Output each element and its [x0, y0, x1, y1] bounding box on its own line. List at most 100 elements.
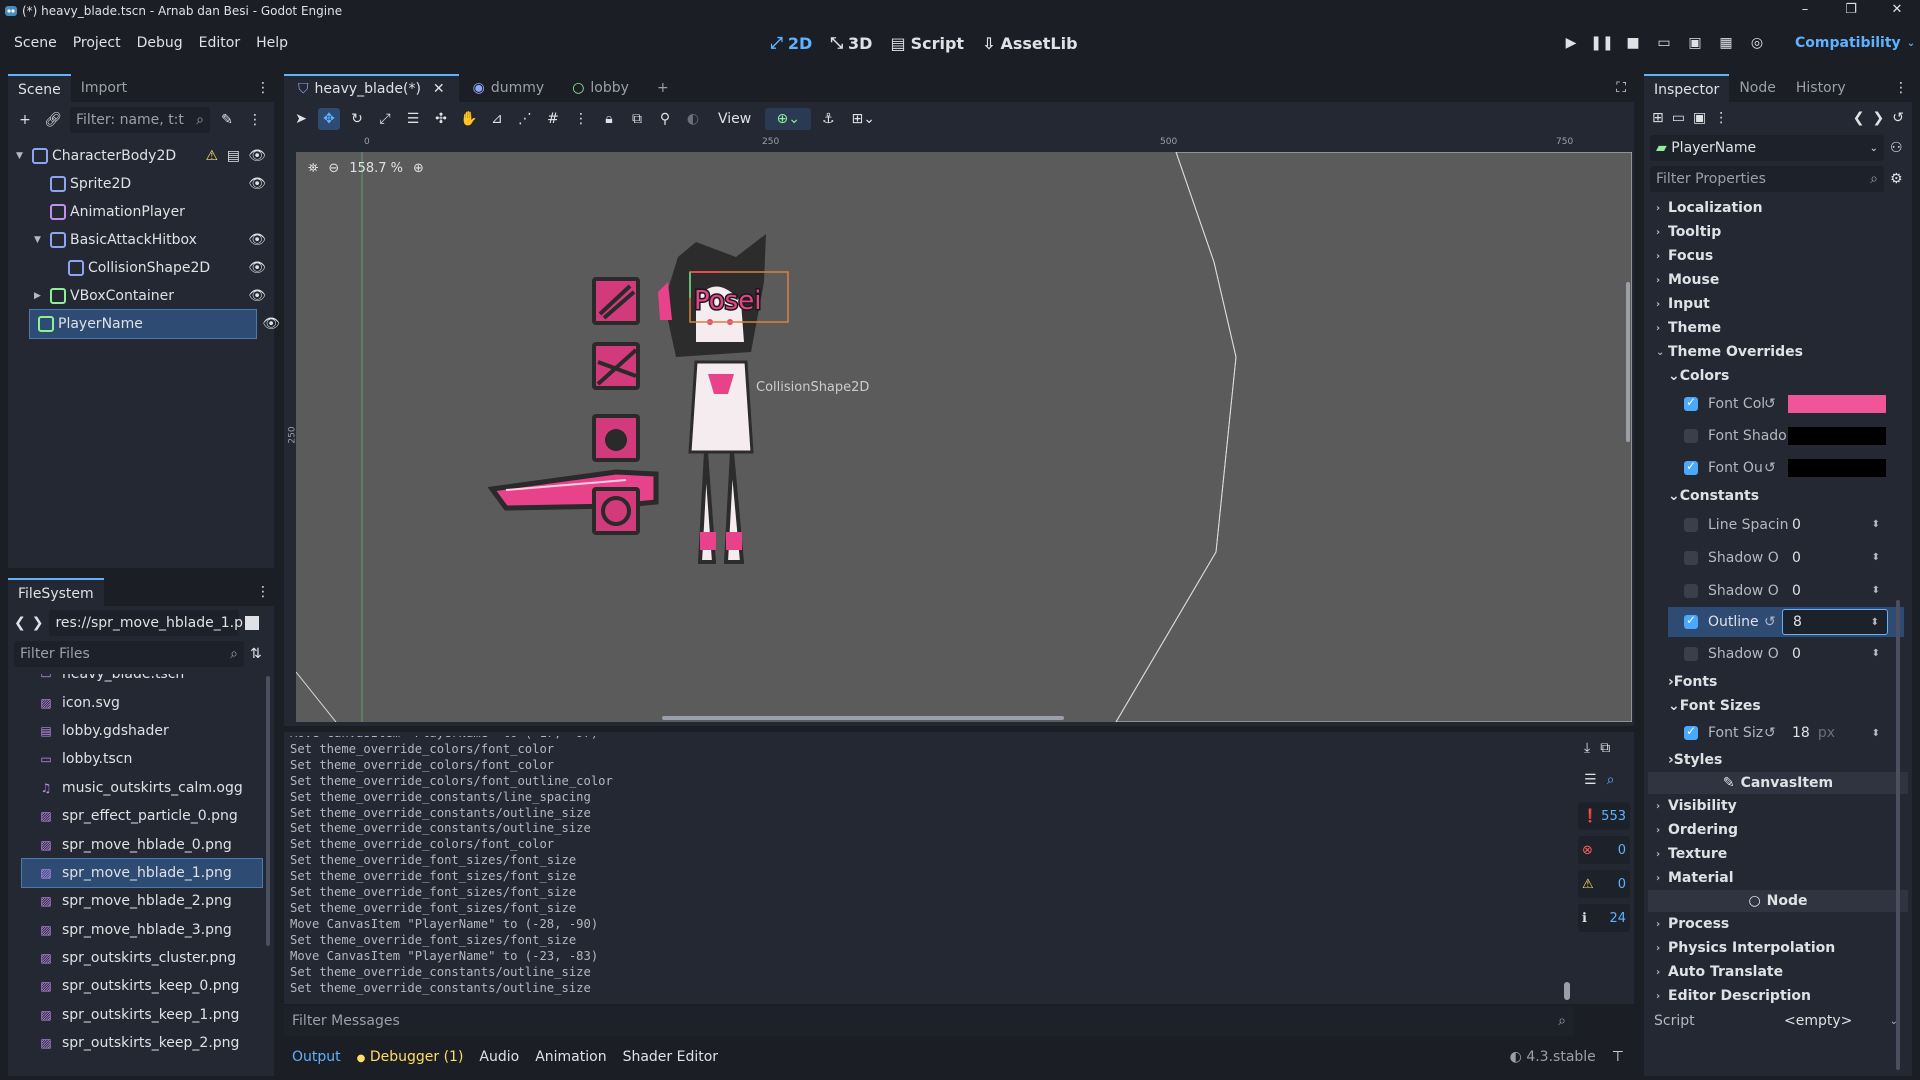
- pivot-icon[interactable]: ✣: [430, 108, 452, 130]
- visibility-eye-icon[interactable]: 👁︎: [248, 232, 266, 248]
- tab-debugger[interactable]: ● Debugger (1): [357, 1049, 464, 1065]
- add-scene-tab-button[interactable]: +: [643, 74, 683, 102]
- warning-icon[interactable]: ⚠: [205, 148, 218, 164]
- file-item[interactable]: ▨ icon.svg: [8, 688, 274, 716]
- number-field[interactable]: 0 ⬍: [1782, 641, 1888, 667]
- menu-scene[interactable]: Scene: [6, 35, 65, 51]
- scene-node-vboxcontainer[interactable]: ▶ VBoxContainer 👁︎: [8, 282, 274, 310]
- pan-icon[interactable]: ✋: [458, 108, 480, 130]
- distraction-free-icon[interactable]: ⛶: [1616, 74, 1626, 102]
- spinner-icon[interactable]: ⬍: [1872, 728, 1880, 739]
- property-options-icon[interactable]: ⚙: [1890, 171, 1903, 187]
- override-checkbox[interactable]: [1684, 395, 1698, 411]
- object-selector[interactable]: ▰ PlayerName ⌄: [1650, 135, 1884, 161]
- smart-snap-icon[interactable]: ⋰: [514, 108, 536, 130]
- tab-history[interactable]: History: [1786, 74, 1856, 102]
- visibility-eye-icon[interactable]: 👁︎: [248, 176, 266, 192]
- color-picker-button[interactable]: [1788, 459, 1886, 477]
- zoom-level[interactable]: 158.7 %: [349, 161, 403, 176]
- pin-panel-icon[interactable]: ⊤: [1612, 1049, 1624, 1065]
- section-ordering[interactable]: › Ordering: [1644, 818, 1912, 842]
- lock-icon[interactable]: 🔒︎: [598, 108, 620, 130]
- camera-icon[interactable]: ◐: [682, 108, 704, 130]
- split-view-icon[interactable]: [245, 616, 260, 630]
- resource-menu-icon[interactable]: ⋮: [1714, 110, 1728, 126]
- renderer-select[interactable]: Compatibility ⌄: [1795, 26, 1915, 60]
- spinner-icon[interactable]: ⬍: [1872, 552, 1880, 563]
- override-checkbox[interactable]: [1684, 517, 1698, 532]
- select-mode-icon[interactable]: ➤: [290, 108, 312, 130]
- info-toggle[interactable]: ℹ 24: [1578, 904, 1630, 932]
- object-history-icon[interactable]: ↺: [1892, 110, 1904, 126]
- main-screen-2d[interactable]: ⤢ 2D: [770, 33, 812, 53]
- history-back-icon[interactable]: ❮: [1853, 110, 1865, 126]
- sort-icon[interactable]: ⇅: [250, 646, 262, 662]
- script-attached-icon[interactable]: ▤: [227, 148, 240, 164]
- revert-icon[interactable]: ↺: [1764, 614, 1776, 630]
- visibility-eye-icon[interactable]: 👁︎: [248, 288, 266, 304]
- number-field[interactable]: 18 px ⬍: [1782, 720, 1888, 746]
- scene-filter-input[interactable]: Filter: name, t:t ⌕: [70, 107, 210, 133]
- group-icon[interactable]: ⧉: [626, 108, 648, 130]
- view-menu[interactable]: View: [710, 111, 759, 127]
- spinner-icon[interactable]: ⬍: [1872, 585, 1880, 596]
- override-checkbox[interactable]: [1684, 550, 1698, 565]
- play-icon[interactable]: ▶: [1560, 32, 1582, 54]
- bone-icon[interactable]: ⚲: [654, 108, 676, 130]
- output-filter-input[interactable]: Filter Messages ⌕: [284, 1006, 1574, 1036]
- load-resource-icon[interactable]: ▭: [1672, 110, 1685, 126]
- fs-filter-input[interactable]: Filter Files ⌕: [14, 641, 244, 667]
- file-item[interactable]: ▭ lobby.tscn: [8, 745, 274, 773]
- add-point-icon[interactable]: ⊕⌄: [765, 108, 812, 130]
- play-custom-scene-icon[interactable]: ▦: [1715, 32, 1737, 54]
- override-checkbox[interactable]: [1684, 429, 1698, 443]
- section-colors[interactable]: ⌄ Colors: [1644, 364, 1912, 388]
- close-window-icon[interactable]: ✕: [1874, 0, 1920, 22]
- section-focus[interactable]: › Focus: [1644, 244, 1912, 268]
- file-item[interactable]: ▤ lobby.gdshader: [8, 717, 274, 745]
- file-item[interactable]: ▨ spr_move_hblade_1.png: [21, 857, 263, 889]
- section-mouse[interactable]: › Mouse: [1644, 268, 1912, 292]
- object-doc-icon[interactable]: ⚇: [1890, 140, 1903, 156]
- spinner-icon[interactable]: ⬍: [1872, 648, 1880, 659]
- spinner-icon[interactable]: ⬍: [1871, 617, 1879, 628]
- main-screen-3d[interactable]: ⤡ 3D: [830, 33, 872, 53]
- tab-shader-editor[interactable]: Shader Editor: [623, 1049, 718, 1065]
- dock-menu-icon[interactable]: ⋮: [256, 74, 270, 102]
- scene-tab-heavy-blade[interactable]: ⛉ heavy_blade(*) ✕: [284, 74, 459, 102]
- tab-import[interactable]: Import: [71, 74, 137, 102]
- filter-properties-input[interactable]: Filter Properties ⌕: [1650, 166, 1884, 192]
- number-field[interactable]: 0 ⬍: [1782, 545, 1888, 571]
- inspector-dock-menu-icon[interactable]: ⋮: [1894, 74, 1908, 102]
- section-visibility[interactable]: › Visibility: [1644, 794, 1912, 818]
- close-tab-icon[interactable]: ✕: [433, 81, 445, 97]
- menu-debug[interactable]: Debug: [129, 35, 191, 51]
- layout-icon[interactable]: ⊞⌄: [845, 108, 881, 130]
- stop-icon[interactable]: ■: [1622, 32, 1644, 54]
- save-resource-icon[interactable]: ▣: [1693, 110, 1706, 126]
- output-scrollbar[interactable]: [1564, 982, 1570, 1000]
- section-theme-overrides[interactable]: ⌄ Theme Overrides: [1644, 340, 1912, 364]
- tab-filesystem[interactable]: FileSystem: [8, 578, 104, 606]
- menu-project[interactable]: Project: [65, 35, 129, 51]
- center-view-icon[interactable]: ⛯: [308, 161, 318, 176]
- file-item[interactable]: ▨ spr_effect_particle_0.png: [8, 802, 274, 830]
- file-item[interactable]: ▨ spr_outskirts_cluster.png: [8, 944, 274, 972]
- add-node-icon[interactable]: +: [14, 109, 36, 131]
- move-mode-icon[interactable]: ✥: [318, 108, 340, 130]
- section-auto-translate[interactable]: › Auto Translate: [1644, 960, 1912, 984]
- tab-animation[interactable]: Animation: [535, 1049, 606, 1065]
- collapse-icon[interactable]: ☰: [1584, 772, 1597, 798]
- restore-icon[interactable]: ❐: [1828, 0, 1874, 22]
- warnings-toggle[interactable]: ⚠ 0: [1578, 870, 1630, 898]
- visibility-eye-icon[interactable]: 👁︎: [262, 316, 280, 332]
- visibility-eye-icon[interactable]: 👁︎: [248, 260, 266, 276]
- search-output-icon[interactable]: ⌕: [1607, 772, 1615, 798]
- messages-toggle[interactable]: ❗ 553: [1578, 802, 1630, 830]
- scene-node-animationplayer[interactable]: AnimationPlayer: [8, 198, 274, 226]
- grid-snap-icon[interactable]: #: [542, 108, 564, 130]
- scene-node-playername[interactable]: PlayerName 👁︎: [29, 309, 280, 339]
- section-styles[interactable]: › Styles: [1644, 748, 1912, 772]
- file-item[interactable]: ▨ spr_move_hblade_0.png: [8, 830, 274, 858]
- section-fonts[interactable]: › Fonts: [1644, 670, 1912, 694]
